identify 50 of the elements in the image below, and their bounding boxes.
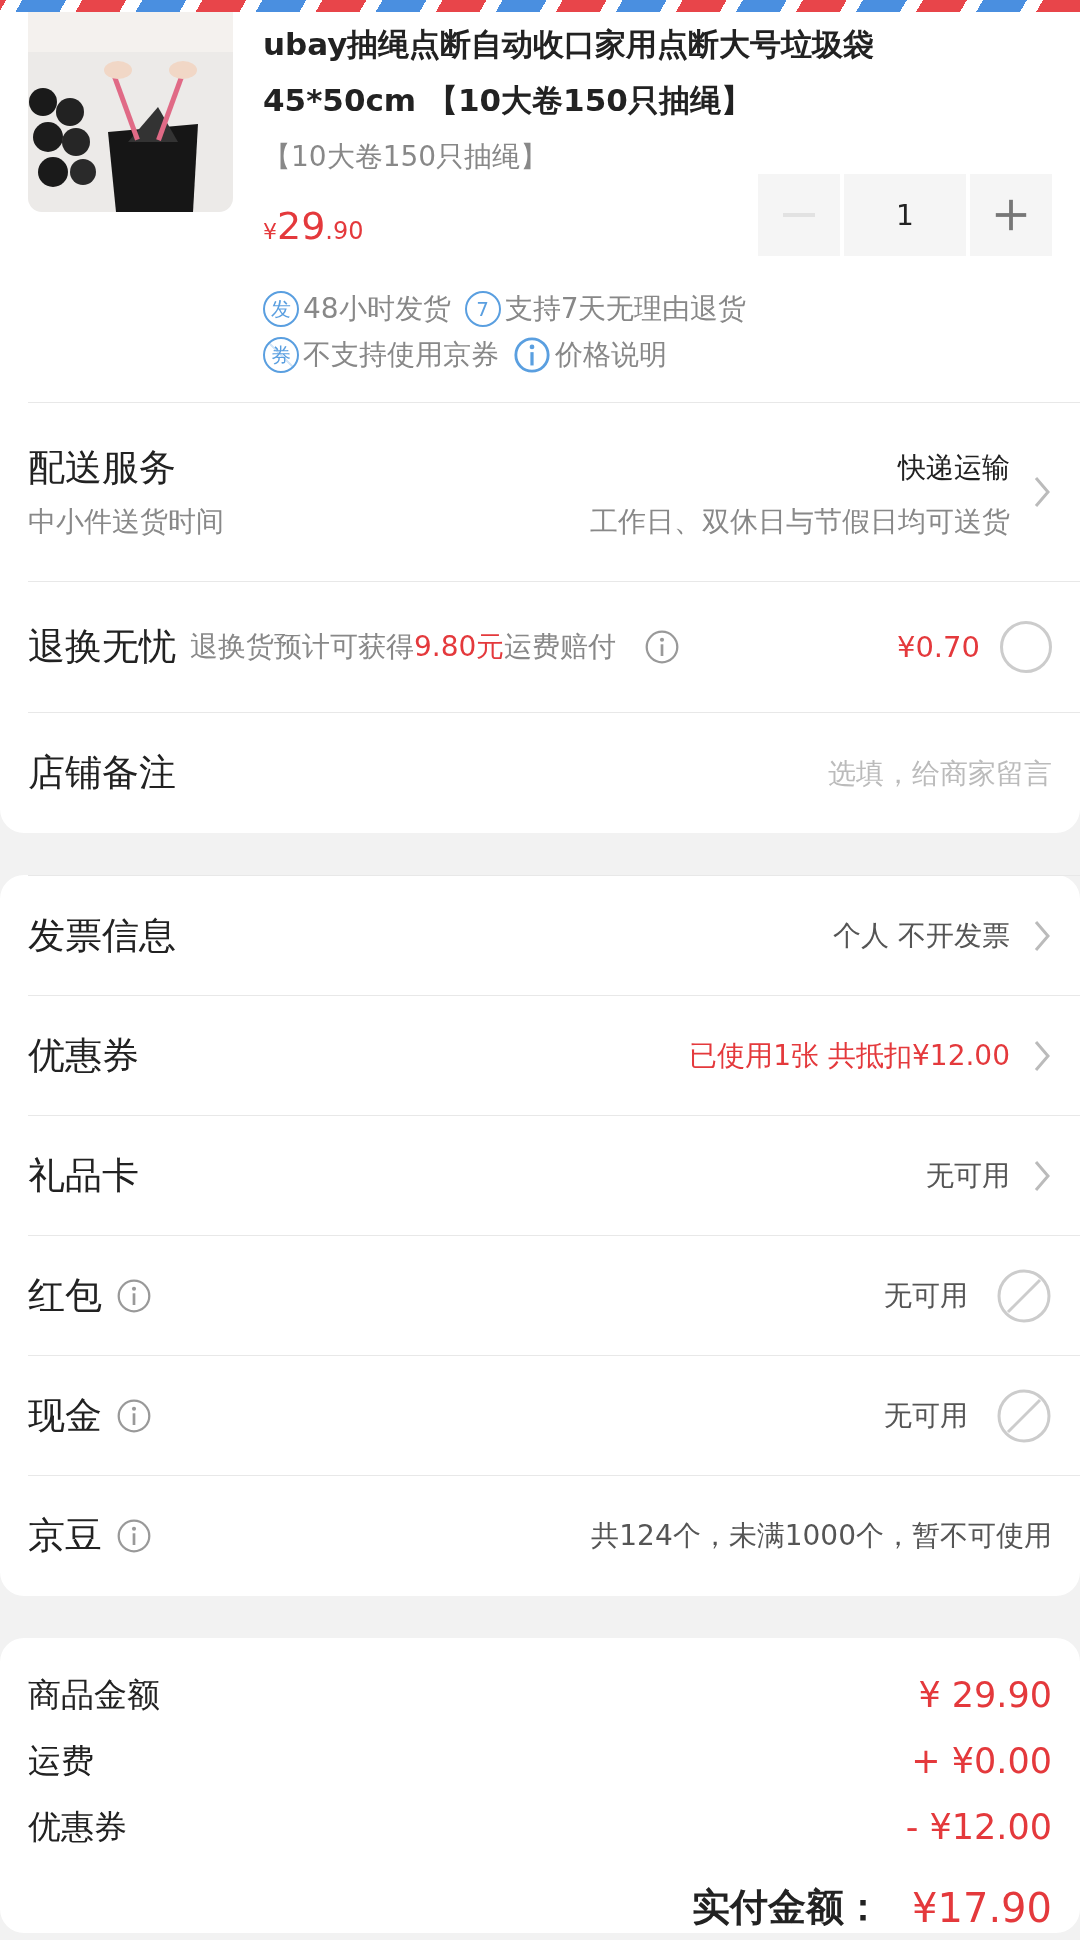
- select-radio[interactable]: [1000, 621, 1052, 673]
- info-icon[interactable]: [644, 629, 681, 665]
- row-label: 现金: [28, 1392, 102, 1439]
- row-label: 店铺备注: [28, 750, 176, 796]
- no-coupon-icon: 券: [263, 337, 299, 373]
- summary-amount: ¥ 29.90: [918, 1675, 1052, 1715]
- info-icon: [513, 336, 551, 374]
- total-label: 实付金额：: [692, 1884, 883, 1931]
- insurance-price: ¥0.70: [896, 630, 980, 664]
- row-label: 发票信息: [28, 912, 176, 959]
- row-label: 优惠券: [28, 1032, 139, 1079]
- service-tag: 价格说明: [555, 336, 667, 374]
- delivery-time-value: 工作日、双休日与节假日均可送货: [590, 504, 1010, 540]
- note-input[interactable]: 选填，给商家留言: [196, 756, 1052, 790]
- row-value: 共124个，未满1000个，暂不可使用: [591, 1518, 1052, 1554]
- unavailable-icon: [996, 1387, 1052, 1444]
- row-label: 京豆: [28, 1513, 102, 1559]
- unavailable-icon: [996, 1267, 1052, 1324]
- row-value: 无可用: [884, 1277, 968, 1314]
- info-icon[interactable]: [116, 1518, 152, 1554]
- row-label: 退换无忧: [28, 624, 176, 670]
- service-tag: 支持7天无理由退货: [504, 290, 747, 328]
- badge-icon: 7: [464, 291, 501, 327]
- summary-amount: - ¥12.00: [905, 1807, 1052, 1847]
- row-value: 已使用1张 共抵扣¥12.00: [689, 1037, 1010, 1074]
- increase-button[interactable]: [970, 174, 1052, 256]
- product-price: ¥29.90: [263, 204, 364, 248]
- summary-amount: + ¥0.00: [911, 1741, 1052, 1781]
- info-icon[interactable]: [116, 1277, 152, 1314]
- row-label: 礼品卡: [28, 1152, 139, 1199]
- badge-icon: 发: [263, 291, 299, 327]
- row-label: 配送服务: [28, 445, 177, 491]
- delivery-time-label: 中小件送货时间: [28, 504, 224, 540]
- service-tag: 48小时发货: [303, 290, 451, 328]
- return-insurance-description: 退换货预计可获得9.80元运费赔付: [190, 629, 617, 665]
- total-amount: ¥17.90: [912, 1884, 1052, 1931]
- quantity-field[interactable]: 1: [844, 174, 966, 256]
- delivery-method: 快递运输: [898, 450, 1010, 486]
- summary-label: 优惠券: [28, 1805, 127, 1848]
- chevron-right-icon[interactable]: [1032, 474, 1052, 510]
- row-value: 个人 不开发票: [833, 917, 1010, 954]
- row-value: 无可用: [884, 1397, 968, 1434]
- product-title: ubay抽绳点断自动收口家用点断大号垃圾袋 45*50cm 【10大卷150只抽绳】: [263, 25, 876, 120]
- summary-label: 商品金额: [28, 1673, 160, 1716]
- summary-label: 运费: [28, 1739, 94, 1782]
- row-value: 无可用: [926, 1157, 1010, 1194]
- row-label: 红包: [28, 1272, 102, 1319]
- service-tag: 不支持使用京券: [303, 336, 499, 374]
- product-spec: 【10大卷150只抽绳】: [263, 139, 550, 175]
- info-icon[interactable]: [116, 1397, 152, 1434]
